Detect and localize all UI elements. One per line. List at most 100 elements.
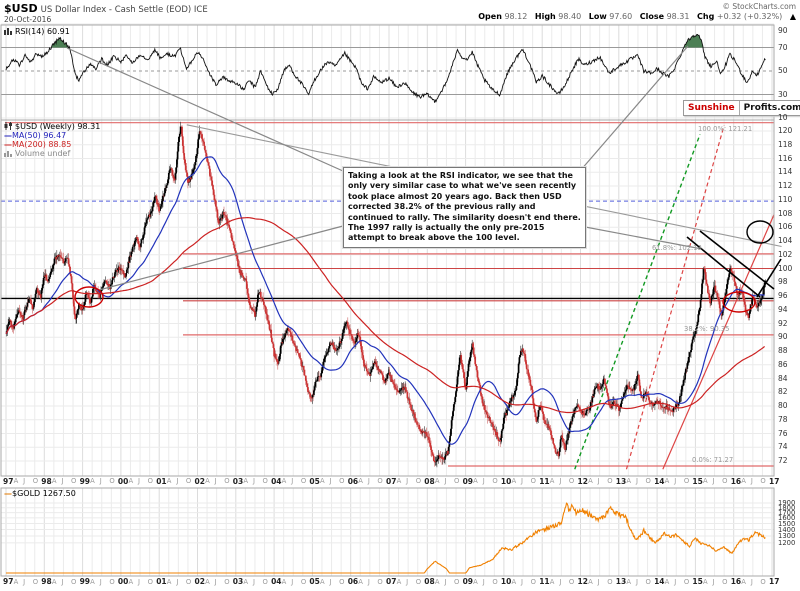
x-axis-quarter-label: A: [128, 477, 134, 485]
rsi-axis-label: 10: [778, 113, 788, 122]
x-axis-quarter-label: O: [607, 577, 613, 586]
price-axis-label: 76: [778, 428, 788, 438]
x-axis-quarter-label: J: [635, 477, 638, 485]
x-axis-quarter-label: A: [319, 577, 325, 586]
chg-label: Chg: [697, 12, 715, 21]
price-axis-label: 104: [778, 236, 793, 245]
high-value: 98.40: [558, 12, 582, 21]
x-axis-quarter-label: O: [683, 577, 690, 586]
price-axis-label: 84: [778, 373, 788, 383]
rsi-legend-label: RSI(14) 60.91: [15, 27, 70, 36]
x-axis-quarter-label: A: [13, 577, 19, 586]
x-axis-quarter-label: A: [664, 577, 670, 586]
x-axis-year-label: 17: [769, 577, 780, 586]
gold-legend: —$GOLD 1267.50: [4, 489, 76, 498]
x-axis-year-label: 01: [156, 577, 167, 586]
x-axis-quarter-label: J: [214, 477, 217, 485]
x-axis-quarter-label: J: [329, 477, 332, 485]
rsi-axis-label: 30: [778, 89, 788, 99]
x-axis-quarter-label: O: [645, 577, 651, 586]
x-axis-year-label: 97: [3, 577, 14, 586]
x-axis-quarter-label: O: [300, 477, 307, 485]
x-axis-quarter-label: O: [109, 477, 115, 485]
x-axis-quarter-label: A: [13, 477, 19, 485]
x-axis-quarter-label: O: [71, 577, 77, 586]
x-axis-quarter-label: A: [243, 477, 249, 485]
x-axis-quarter-label: J: [750, 577, 753, 586]
x-axis-quarter-label: J: [712, 477, 715, 485]
x-axis-quarter-label: J: [138, 577, 141, 586]
x-axis-year-label: 07: [386, 577, 397, 586]
ma50-legend: —MA(50) 96.47: [4, 131, 66, 140]
x-axis-quarter-label: O: [415, 577, 422, 586]
x-axis-quarter-label: O: [760, 577, 766, 586]
x-axis-year-label: 17: [769, 476, 780, 486]
x-axis-quarter-label: A: [396, 477, 402, 485]
fib-level-label: 61.8%: 102.13: [652, 243, 702, 252]
x-axis-year-label: 04: [271, 577, 282, 586]
fib-level-label: 100.0%: 121.21: [698, 124, 753, 133]
x-axis-quarter-label: J: [635, 577, 638, 586]
x-axis-quarter-label: J: [444, 477, 447, 485]
x-axis-year-label: 03: [232, 577, 244, 586]
high-label: High: [534, 12, 556, 21]
open-label: Open: [478, 12, 502, 21]
x-axis-year-label: 06: [347, 577, 359, 586]
x-axis-quarter-label: O: [185, 477, 192, 485]
x-axis-year-label: 16: [730, 476, 742, 486]
x-axis-quarter-label: A: [549, 577, 555, 586]
x-axis-quarter-label: O: [339, 477, 345, 485]
x-axis-quarter-label: J: [61, 577, 64, 586]
x-axis-quarter-label: O: [722, 477, 728, 485]
x-axis-quarter-label: A: [358, 477, 363, 485]
x-axis-quarter-label: A: [741, 577, 746, 586]
price-axis-label: 72: [778, 456, 788, 465]
x-axis-year-label: 98: [41, 476, 52, 486]
brand-part1: Sunshine: [688, 103, 735, 113]
x-axis-quarter-label: J: [291, 477, 294, 485]
x-axis-year-label: 11: [539, 577, 550, 586]
x-axis-year-label: 02: [194, 577, 205, 586]
x-axis-year-label: 99: [79, 577, 91, 586]
ma200-legend: —MA(200) 88.85: [4, 140, 71, 149]
price-legend-label: $USD (Weekly) 98.31: [15, 122, 101, 131]
x-axis-year-label: 04: [271, 476, 282, 486]
x-axis-year-label: 10: [500, 476, 512, 486]
x-axis-quarter-label: O: [147, 577, 153, 586]
price-axis-label: 86: [778, 359, 788, 369]
price-axis-label: 80: [778, 401, 788, 410]
price-axis-label: 106: [778, 222, 793, 232]
x-axis-quarter-label: O: [339, 577, 345, 586]
x-axis-quarter-label: J: [99, 577, 102, 586]
fib-level-label: 38.2%: 90.35: [684, 324, 730, 333]
x-axis-year-label: 11: [539, 476, 550, 486]
x-axis-year-label: 12: [577, 577, 588, 586]
x-axis-quarter-label: O: [224, 577, 230, 586]
x-axis-quarter-label: A: [511, 477, 517, 485]
x-axis-quarter-label: O: [377, 577, 383, 586]
x-axis-quarter-label: A: [702, 477, 708, 485]
x-axis-quarter-label: O: [568, 577, 575, 586]
low-label: Low: [588, 12, 607, 21]
candlestick-icon: [4, 122, 12, 130]
x-axis-quarter-label: O: [185, 577, 192, 586]
x-axis-quarter-label: O: [645, 477, 651, 485]
price-axis-label: 102: [778, 249, 793, 259]
x-axis-quarter-label: O: [530, 477, 536, 485]
x-axis-quarter-label: O: [224, 477, 230, 485]
x-axis-quarter-label: O: [492, 477, 498, 485]
volume-bars-icon: [4, 151, 12, 157]
x-axis-quarter-label: O: [32, 577, 39, 586]
x-axis-quarter-label: J: [674, 577, 677, 586]
x-axis-quarter-label: J: [521, 477, 524, 485]
x-axis-quarter-label: O: [607, 477, 613, 485]
x-axis-quarter-label: A: [588, 577, 593, 586]
x-axis-quarter-label: J: [367, 477, 370, 485]
x-axis-quarter-label: J: [252, 577, 255, 586]
x-axis-year-label: 09: [462, 577, 474, 586]
x-axis-quarter-label: O: [300, 577, 307, 586]
brand-part2: Profits.com: [738, 101, 800, 115]
x-axis-quarter-label: J: [329, 577, 332, 586]
stockcharts-usd-weekly-chart: $USD US Dollar Index - Cash Settle (EOD) …: [0, 0, 800, 591]
x-axis-quarter-label: J: [291, 577, 294, 586]
